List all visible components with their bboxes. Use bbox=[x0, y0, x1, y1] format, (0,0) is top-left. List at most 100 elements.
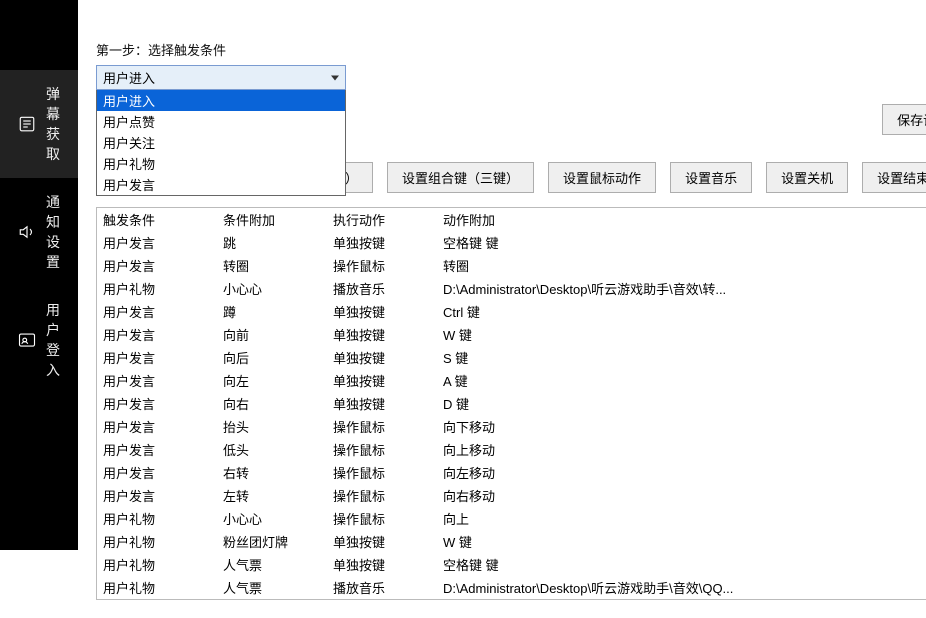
table-cell: 用户发言 bbox=[97, 300, 217, 323]
set-shutdown-button[interactable]: 设置关机 bbox=[766, 162, 848, 193]
sidebar: 弹幕获取 通知设置 用户登入 bbox=[0, 0, 78, 550]
header-action-extra: 动作附加 bbox=[437, 208, 926, 231]
trigger-dropdown-option[interactable]: 用户礼物 bbox=[97, 153, 345, 174]
table-cell: 操作鼠标 bbox=[327, 484, 437, 507]
sidebar-item-label: 弹幕获取 bbox=[46, 84, 60, 164]
table-cell: 播放音乐 bbox=[327, 277, 437, 300]
table-row[interactable]: 用户发言蹲单独按键Ctrl 键 bbox=[97, 300, 926, 323]
table-row[interactable]: 用户发言抬头操作鼠标向下移动 bbox=[97, 415, 926, 438]
sidebar-item-label: 用户登入 bbox=[46, 300, 60, 380]
user-icon bbox=[18, 331, 36, 349]
table-cell: 转圈 bbox=[217, 254, 327, 277]
list-icon bbox=[18, 115, 36, 133]
trigger-dropdown-list: 用户进入用户点赞用户关注用户礼物用户发言 bbox=[96, 90, 346, 196]
table-row[interactable]: 用户发言向后单独按键S 键 bbox=[97, 346, 926, 369]
table-cell: 低头 bbox=[217, 438, 327, 461]
table-cell: 单独按键 bbox=[327, 231, 437, 254]
table-cell: 向右 bbox=[217, 392, 327, 415]
table-cell: 用户发言 bbox=[97, 392, 217, 415]
table-cell: 单独按键 bbox=[327, 553, 437, 576]
table-row[interactable]: 用户发言转圈操作鼠标转圈 bbox=[97, 254, 926, 277]
table-row[interactable]: 用户礼物人气票单独按键空格键 键 bbox=[97, 553, 926, 576]
table-row[interactable]: 用户发言跳单独按键空格键 键 bbox=[97, 231, 926, 254]
table-cell: 用户礼物 bbox=[97, 277, 217, 300]
table-cell: W 键 bbox=[437, 323, 926, 346]
table-cell: 单独按键 bbox=[327, 346, 437, 369]
trigger-dropdown[interactable]: 用户进入 用户进入用户点赞用户关注用户礼物用户发言 bbox=[96, 65, 346, 90]
table-cell: 向后 bbox=[217, 346, 327, 369]
header-action: 执行动作 bbox=[327, 208, 437, 231]
table-row[interactable]: 用户发言向前单独按键W 键 bbox=[97, 323, 926, 346]
header-cond-extra: 条件附加 bbox=[217, 208, 327, 231]
trigger-dropdown-option[interactable]: 用户发言 bbox=[97, 174, 345, 195]
table-row[interactable]: 用户发言向左单独按键A 键 bbox=[97, 369, 926, 392]
table-row[interactable]: 用户发言低头操作鼠标向上移动 bbox=[97, 438, 926, 461]
table-cell: 单独按键 bbox=[327, 369, 437, 392]
sound-icon bbox=[18, 223, 36, 241]
sidebar-item-danmu[interactable]: 弹幕获取 bbox=[0, 70, 78, 178]
table-cell: 用户发言 bbox=[97, 438, 217, 461]
table-cell: D:\Administrator\Desktop\听云游戏助手\音效\QQ... bbox=[437, 576, 926, 599]
trigger-dropdown-option[interactable]: 用户点赞 bbox=[97, 111, 345, 132]
set-endproc-button[interactable]: 设置结束进程 bbox=[862, 162, 926, 193]
table-cell: 向上移动 bbox=[437, 438, 926, 461]
table-row[interactable]: 用户礼物小心心操作鼠标向上 bbox=[97, 507, 926, 530]
table-cell: 用户礼物 bbox=[97, 507, 217, 530]
rules-table-wrap[interactable]: 触发条件 条件附加 执行动作 动作附加 用户发言跳单独按键空格键 键用户发言转圈… bbox=[96, 207, 926, 600]
table-cell: S 键 bbox=[437, 346, 926, 369]
header-trigger: 触发条件 bbox=[97, 208, 217, 231]
table-cell: 用户发言 bbox=[97, 415, 217, 438]
table-cell: 向左移动 bbox=[437, 461, 926, 484]
table-cell: D:\Administrator\Desktop\听云游戏助手\音效\转... bbox=[437, 277, 926, 300]
table-cell: 单独按键 bbox=[327, 300, 437, 323]
set-music-button[interactable]: 设置音乐 bbox=[670, 162, 752, 193]
table-row[interactable]: 用户礼物小心心播放音乐D:\Administrator\Desktop\听云游戏… bbox=[97, 277, 926, 300]
table-cell: 跳 bbox=[217, 231, 327, 254]
table-row[interactable]: 用户发言左转操作鼠标向右移动 bbox=[97, 484, 926, 507]
sidebar-item-notify[interactable]: 通知设置 bbox=[0, 178, 78, 286]
table-cell: 抬头 bbox=[217, 415, 327, 438]
table-cell: A 键 bbox=[437, 369, 926, 392]
table-cell: 左转 bbox=[217, 484, 327, 507]
table-cell: 用户礼物 bbox=[97, 576, 217, 599]
sidebar-item-login[interactable]: 用户登入 bbox=[0, 286, 78, 394]
titlebar bbox=[78, 0, 926, 28]
table-row[interactable]: 用户发言右转操作鼠标向左移动 bbox=[97, 461, 926, 484]
table-row[interactable]: 用户发言向右单独按键D 键 bbox=[97, 392, 926, 415]
table-cell: 小心心 bbox=[217, 277, 327, 300]
table-cell: 用户发言 bbox=[97, 369, 217, 392]
table-cell: 蹲 bbox=[217, 300, 327, 323]
table-cell: 人气票 bbox=[217, 576, 327, 599]
table-cell: 单独按键 bbox=[327, 323, 437, 346]
table-row[interactable]: 用户礼物人气票播放音乐D:\Administrator\Desktop\听云游戏… bbox=[97, 576, 926, 599]
table-cell: 转圈 bbox=[437, 254, 926, 277]
table-cell: 播放音乐 bbox=[327, 576, 437, 599]
step1-label: 第一步：选择触发条件 bbox=[96, 40, 346, 59]
table-cell: 空格键 键 bbox=[437, 553, 926, 576]
trigger-dropdown-selected[interactable]: 用户进入 bbox=[96, 65, 346, 90]
table-cell: 用户发言 bbox=[97, 323, 217, 346]
table-cell: 操作鼠标 bbox=[327, 415, 437, 438]
table-cell: 空格键 键 bbox=[437, 231, 926, 254]
save-button[interactable]: 保存设置 bbox=[882, 104, 926, 135]
rules-table: 触发条件 条件附加 执行动作 动作附加 用户发言跳单独按键空格键 键用户发言转圈… bbox=[97, 208, 926, 599]
table-cell: D 键 bbox=[437, 392, 926, 415]
set-mouse-button[interactable]: 设置鼠标动作 bbox=[548, 162, 656, 193]
table-cell: 操作鼠标 bbox=[327, 507, 437, 530]
set-combo3-button[interactable]: 设置组合键（三键） bbox=[387, 162, 534, 193]
table-cell: 人气票 bbox=[217, 553, 327, 576]
table-cell: 用户发言 bbox=[97, 484, 217, 507]
table-cell: 用户发言 bbox=[97, 461, 217, 484]
trigger-dropdown-option[interactable]: 用户关注 bbox=[97, 132, 345, 153]
table-cell: 用户礼物 bbox=[97, 553, 217, 576]
table-cell: 向前 bbox=[217, 323, 327, 346]
table-cell: 向上 bbox=[437, 507, 926, 530]
table-cell: 向下移动 bbox=[437, 415, 926, 438]
table-cell: 向右移动 bbox=[437, 484, 926, 507]
table-cell: 小心心 bbox=[217, 507, 327, 530]
table-cell: 操作鼠标 bbox=[327, 254, 437, 277]
table-cell: 用户发言 bbox=[97, 346, 217, 369]
sidebar-item-label: 通知设置 bbox=[46, 192, 60, 272]
table-cell: 向左 bbox=[217, 369, 327, 392]
trigger-dropdown-option[interactable]: 用户进入 bbox=[97, 90, 345, 111]
